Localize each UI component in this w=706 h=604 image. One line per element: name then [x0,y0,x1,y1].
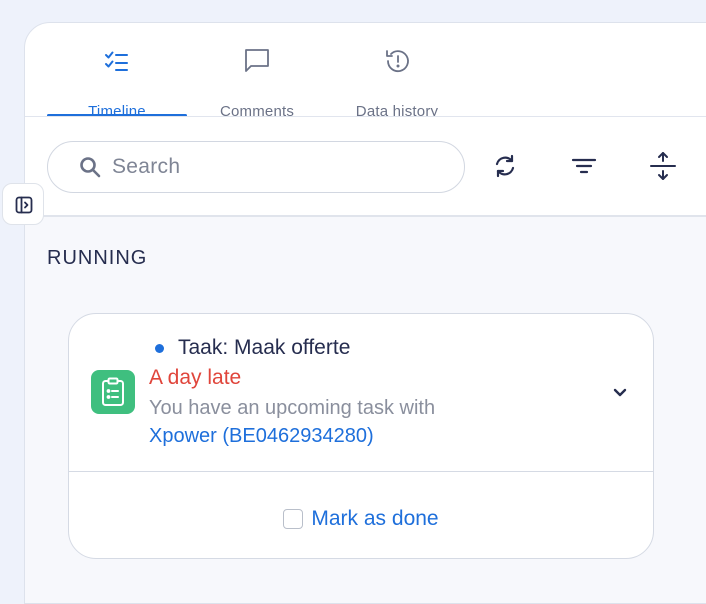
late-status: A day late [149,366,242,389]
tab-bar: Timeline Comments Data history [47,45,467,120]
mark-done-label[interactable]: Mark as done [311,507,438,531]
mark-done-checkbox[interactable] [283,509,304,529]
tab-timeline[interactable]: Timeline [47,45,187,120]
search-input[interactable]: Search [47,141,465,193]
clipboard-list-icon [91,370,135,414]
timeline-content: RUNNING Taak: Maak offerte A day late Yo… [25,217,706,603]
search-icon [80,157,101,178]
tab-data-history[interactable]: Data history [327,45,467,120]
sidebar-toggle-button[interactable] [2,183,44,225]
company-link[interactable]: Xpower (BE0462934280) [149,425,374,448]
card-divider [69,471,653,472]
section-title: RUNNING [47,247,148,269]
expand-collapse-icon[interactable] [648,151,678,181]
history-icon [386,50,409,73]
search-placeholder: Search [112,155,181,178]
tab-comments[interactable]: Comments [187,45,327,120]
status-dot [155,344,164,353]
timeline-panel: Timeline Comments Data history Search RU… [24,22,706,604]
toolbar: Search [25,117,706,217]
filter-icon[interactable] [569,151,599,181]
task-title: Taak: Maak offerte [178,336,351,359]
checklist-icon [105,51,128,71]
task-description: You have an upcoming task with [149,397,436,419]
refresh-icon[interactable] [490,151,520,181]
task-card: Taak: Maak offerte A day late You have a… [68,313,654,559]
mark-as-done-row: Mark as done [69,504,653,534]
sidebar-toggle-icon [15,196,33,214]
chevron-down-icon[interactable] [609,382,631,404]
comment-icon [245,49,269,72]
